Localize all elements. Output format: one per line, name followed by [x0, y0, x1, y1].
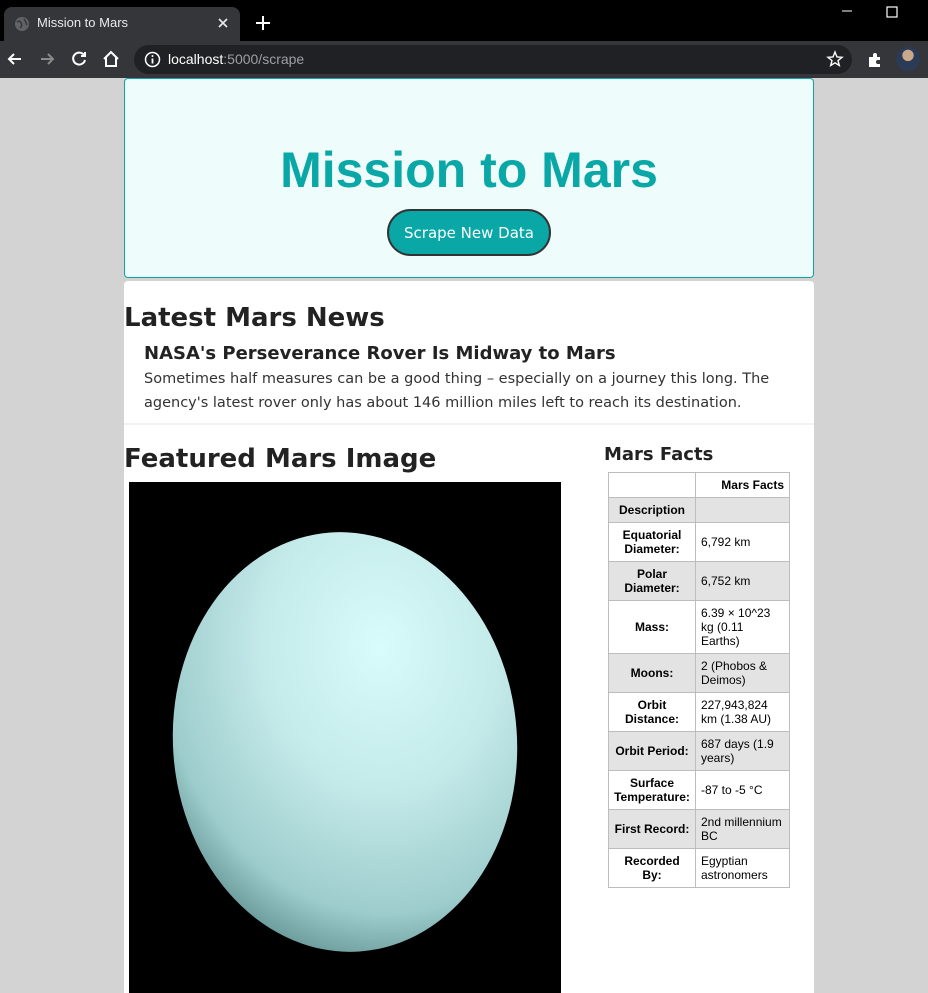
maximize-icon[interactable] — [886, 6, 898, 18]
mars-facts-heading: Mars Facts — [604, 444, 714, 465]
fact-value: -87 to -5 °C — [695, 770, 790, 810]
fact-value: 6,792 km — [695, 522, 790, 562]
new-tab-icon[interactable] — [254, 14, 272, 32]
fact-label: First Record: — [608, 809, 696, 849]
address-bar[interactable]: localhost:5000/scrape — [134, 45, 852, 74]
fact-label: Surface Temperature: — [608, 770, 696, 810]
section-divider — [124, 423, 814, 425]
info-icon[interactable] — [144, 51, 161, 68]
page-title: Mission to Mars — [280, 142, 658, 198]
fact-value: 227,943,824 km (1.38 AU) — [695, 692, 790, 732]
news-teaser: Sometimes half measures can be a good th… — [144, 371, 770, 411]
planet-illustration — [129, 482, 561, 993]
page-body: Mission to Mars Scrape New Data Latest M… — [0, 78, 928, 993]
fact-label: Polar Diameter: — [608, 561, 696, 601]
table-row: Recorded By: Egyptian astronomers — [608, 848, 790, 888]
url-host: localhost — [168, 51, 224, 67]
fact-value: 2nd millennium BC — [695, 809, 790, 849]
globe-icon — [15, 17, 29, 31]
table-row: Mass: 6.39 × 10^23 kg (0.11 Earths) — [608, 600, 790, 654]
extensions-puzzle-icon[interactable] — [866, 51, 884, 69]
url-path: :5000/scrape — [223, 51, 305, 67]
forward-icon[interactable] — [37, 49, 57, 69]
fact-label: Orbit Distance: — [608, 692, 696, 732]
fact-value: Egyptian astronomers — [695, 848, 790, 888]
reload-icon[interactable] — [69, 49, 89, 69]
table-row: Orbit Distance: 227,943,824 km (1.38 AU) — [608, 692, 790, 732]
jumbotron-header: Mission to Mars Scrape New Data — [124, 78, 814, 278]
featured-mars-image — [129, 482, 561, 993]
browser-tab[interactable]: Mission to Mars — [4, 7, 240, 41]
news-title: NASA's Perseverance Rover Is Midway to M… — [144, 343, 616, 364]
table-row: Moons: 2 (Phobos & Deimos) — [608, 653, 790, 693]
table-row: Orbit Period: 687 days (1.9 years) — [608, 731, 790, 771]
fact-value: 6.39 × 10^23 kg (0.11 Earths) — [695, 600, 790, 654]
table-row: Surface Temperature: -87 to -5 °C — [608, 770, 790, 810]
browser-toolbar: localhost:5000/scrape — [0, 41, 928, 78]
home-icon[interactable] — [101, 49, 121, 69]
description-value — [695, 497, 790, 523]
mars-facts-table: Mars Facts Description Equatorial Diamet… — [608, 472, 790, 888]
url-text[interactable]: localhost:5000/scrape — [168, 51, 304, 67]
latest-news-heading: Latest Mars News — [124, 303, 385, 333]
bookmark-star-icon[interactable] — [826, 50, 844, 68]
facts-header-empty-cell — [608, 472, 696, 498]
back-icon[interactable] — [5, 49, 25, 69]
fact-value: 2 (Phobos & Deimos) — [695, 653, 790, 693]
fact-label: Moons: — [608, 653, 696, 693]
fact-value: 6,752 km — [695, 561, 790, 601]
featured-image-heading: Featured Mars Image — [124, 444, 437, 474]
fact-label: Orbit Period: — [608, 731, 696, 771]
description-label: Description — [608, 497, 696, 523]
minimize-icon[interactable] — [840, 4, 854, 18]
facts-column-header: Mars Facts — [695, 472, 790, 498]
profile-avatar[interactable] — [896, 47, 920, 71]
facts-description-row: Description — [608, 497, 790, 523]
browser-tab-bar: Mission to Mars — [0, 0, 928, 41]
fact-label: Recorded By: — [608, 848, 696, 888]
fact-label: Equatorial Diameter: — [608, 522, 696, 562]
fact-label: Mass: — [608, 600, 696, 654]
fact-value: 687 days (1.9 years) — [695, 731, 790, 771]
main-content: Latest Mars News NASA's Perseverance Rov… — [124, 281, 814, 993]
close-icon[interactable] — [214, 14, 232, 32]
facts-header-row: Mars Facts — [608, 472, 790, 498]
table-row: First Record: 2nd millennium BC — [608, 809, 790, 849]
tab-title: Mission to Mars — [37, 15, 129, 30]
scrape-new-data-button[interactable]: Scrape New Data — [387, 209, 551, 256]
table-row: Polar Diameter: 6,752 km — [608, 561, 790, 601]
table-row: Equatorial Diameter: 6,792 km — [608, 522, 790, 562]
